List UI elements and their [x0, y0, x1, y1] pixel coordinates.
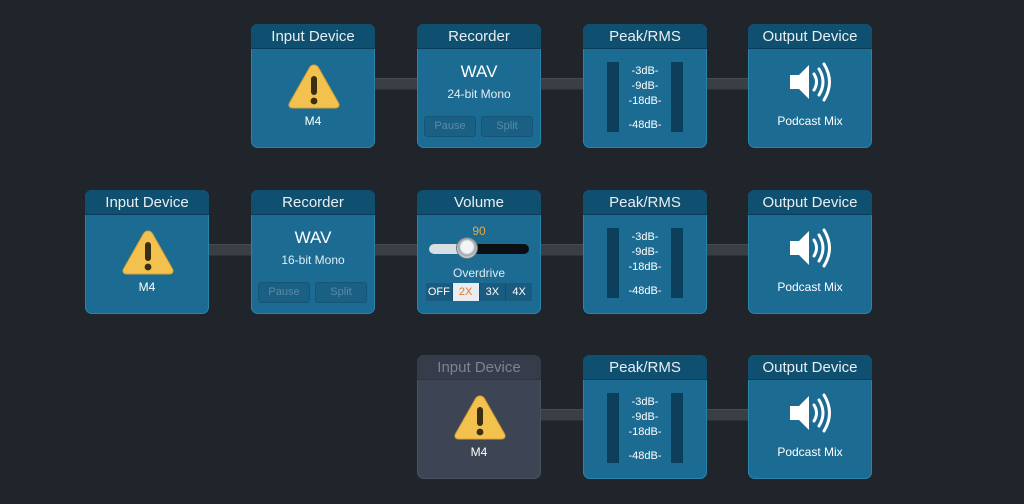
pause-button[interactable]: Pause — [424, 116, 476, 137]
block-title: Output Device — [748, 355, 872, 380]
speaker-icon — [788, 60, 834, 104]
device-name: M4 — [304, 114, 322, 128]
input-device-block-disabled[interactable]: Input Device M4 — [417, 355, 541, 479]
connection-wire — [540, 244, 584, 256]
meter-tick-label: -3dB- — [631, 65, 659, 77]
block-title: Volume — [417, 190, 541, 215]
device-name: M4 — [138, 280, 156, 294]
pause-button[interactable]: Pause — [258, 282, 310, 303]
connection-wire — [706, 409, 750, 421]
output-name: Podcast Mix — [777, 114, 843, 128]
block-title: Recorder — [251, 190, 375, 215]
volume-slider-knob[interactable] — [457, 238, 477, 258]
block-title: Peak/RMS — [583, 190, 707, 215]
connection-wire — [706, 78, 750, 90]
block-title: Output Device — [748, 24, 872, 49]
speaker-icon — [788, 391, 834, 435]
overdrive-selector: OFF 2X 3X 4X — [426, 283, 532, 301]
recorder-block[interactable]: Recorder WAV 16-bit Mono Pause Split — [251, 190, 375, 314]
block-title: Peak/RMS — [583, 24, 707, 49]
speaker-icon — [788, 226, 834, 270]
recording-format: WAV — [294, 228, 332, 247]
connection-wire — [374, 244, 418, 256]
device-name: M4 — [470, 445, 488, 459]
recording-detail: 16-bit Mono — [281, 253, 345, 267]
connection-wire — [540, 78, 584, 90]
warning-icon — [121, 228, 175, 276]
overdrive-option-3x[interactable]: 3X — [479, 283, 507, 301]
connection-wire — [208, 244, 252, 256]
peak-rms-meter-block[interactable]: Peak/RMS -3dB- -9dB- -18dB- -48dB- — [583, 355, 707, 479]
block-title: Peak/RMS — [583, 355, 707, 380]
output-name: Podcast Mix — [777, 445, 843, 459]
overdrive-option-4x[interactable]: 4X — [506, 283, 532, 301]
volume-slider[interactable] — [429, 238, 529, 258]
volume-block[interactable]: Volume 90 Overdrive OFF 2X 3X 4X — [417, 190, 541, 314]
left-level-meter — [607, 228, 619, 298]
block-title: Input Device — [417, 355, 541, 380]
block-title: Recorder — [417, 24, 541, 49]
recorder-block[interactable]: Recorder WAV 24-bit Mono Pause Split — [417, 24, 541, 148]
output-name: Podcast Mix — [777, 280, 843, 294]
recording-format: WAV — [460, 62, 498, 81]
meter-tick-label: -9dB- — [631, 411, 659, 423]
warning-icon — [287, 62, 341, 110]
overdrive-option-2x[interactable]: 2X — [452, 283, 480, 301]
meter-tick-label: -18dB- — [628, 261, 662, 273]
warning-icon — [453, 393, 507, 441]
signal-flow-canvas: Input Device M4 Recorder WAV 24-bit Mono… — [0, 0, 1024, 504]
output-device-block[interactable]: Output Device Podcast Mix — [748, 190, 872, 314]
output-device-block[interactable]: Output Device Podcast Mix — [748, 355, 872, 479]
connection-wire — [706, 244, 750, 256]
block-title: Input Device — [85, 190, 209, 215]
overdrive-label: Overdrive — [452, 266, 505, 280]
overdrive-option-off[interactable]: OFF — [426, 283, 453, 301]
meter-tick-label: -9dB- — [631, 80, 659, 92]
connection-wire — [540, 409, 584, 421]
block-title: Input Device — [251, 24, 375, 49]
meter-tick-label: -18dB- — [628, 426, 662, 438]
block-title: Output Device — [748, 190, 872, 215]
volume-value: 90 — [472, 224, 486, 238]
meter-tick-label: -3dB- — [631, 231, 659, 243]
meter-tick-label: -48dB- — [628, 119, 662, 131]
peak-rms-meter-block[interactable]: Peak/RMS -3dB- -9dB- -18dB- -48dB- — [583, 190, 707, 314]
split-button[interactable]: Split — [481, 116, 533, 137]
connection-wire — [374, 78, 418, 90]
right-level-meter — [671, 393, 683, 463]
meter-tick-label: -3dB- — [631, 396, 659, 408]
meter-tick-label: -48dB- — [628, 285, 662, 297]
left-level-meter — [607, 62, 619, 132]
meter-tick-label: -9dB- — [631, 246, 659, 258]
peak-rms-meter-block[interactable]: Peak/RMS -3dB- -9dB- -18dB- -48dB- — [583, 24, 707, 148]
left-level-meter — [607, 393, 619, 463]
meter-tick-label: -48dB- — [628, 450, 662, 462]
split-button[interactable]: Split — [315, 282, 367, 303]
recording-detail: 24-bit Mono — [447, 87, 511, 101]
input-device-block[interactable]: Input Device M4 — [85, 190, 209, 314]
right-level-meter — [671, 62, 683, 132]
meter-tick-label: -18dB- — [628, 95, 662, 107]
input-device-block[interactable]: Input Device M4 — [251, 24, 375, 148]
right-level-meter — [671, 228, 683, 298]
output-device-block[interactable]: Output Device Podcast Mix — [748, 24, 872, 148]
